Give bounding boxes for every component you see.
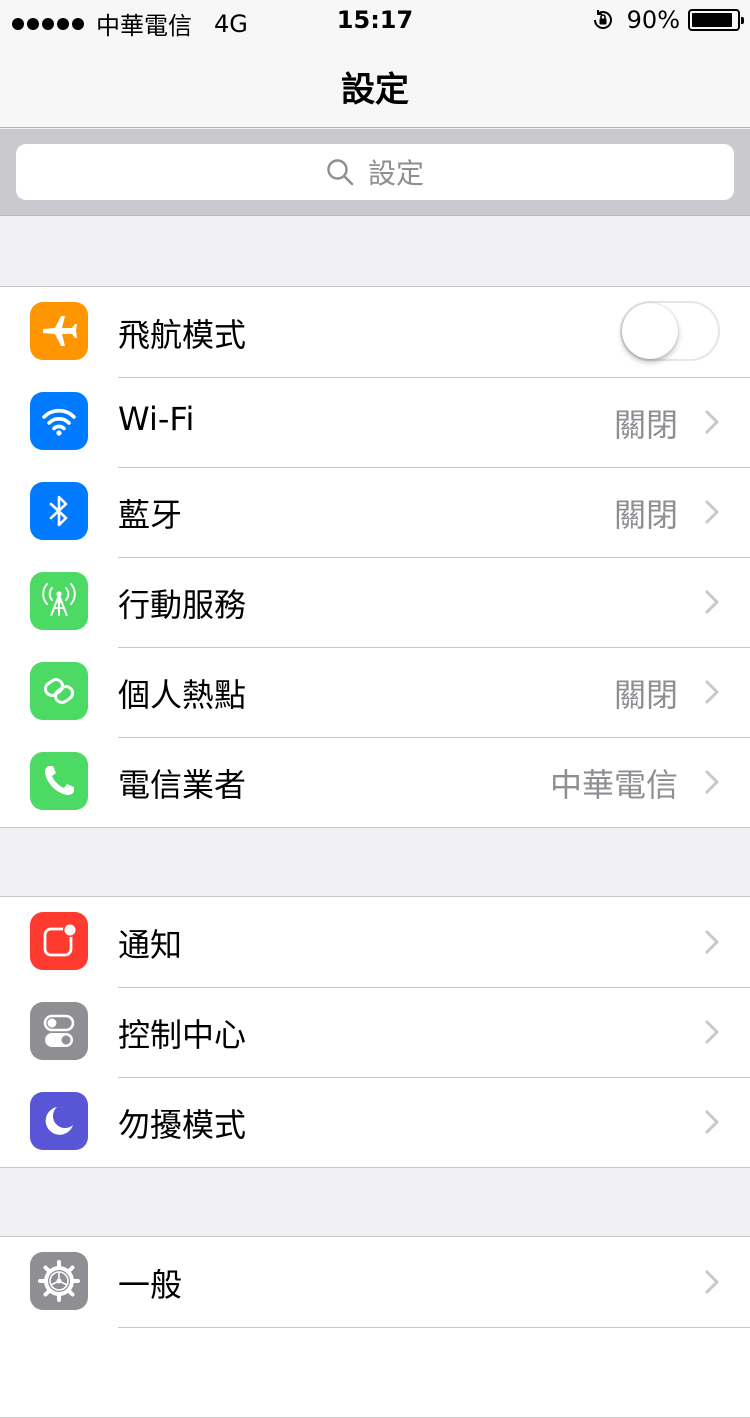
settings-row-general[interactable]: 一般 <box>0 1237 750 1327</box>
chevron-right-icon <box>705 1020 719 1044</box>
settings-row-wifi[interactable]: Wi-Fi 關閉 <box>0 377 750 467</box>
search-placeholder: 設定 <box>367 157 424 190</box>
settings-row-carrier[interactable]: 電信業者 中華電信 <box>0 737 750 827</box>
settings-row-notifications[interactable]: 通知 <box>0 897 750 987</box>
row-label: 勿擾模式 <box>118 1106 247 1144</box>
chevron-right-icon <box>705 500 719 524</box>
airplane-mode-toggle[interactable] <box>620 301 720 361</box>
page-title: 設定 <box>341 70 409 110</box>
row-label: 通知 <box>118 926 183 964</box>
settings-group-general: 一般 <box>0 1236 750 1418</box>
chevron-right-icon <box>705 410 719 434</box>
search-input[interactable]: 設定 <box>16 144 734 200</box>
settings-row-cellular[interactable]: 行動服務 <box>0 557 750 647</box>
settings-row-personal-hotspot[interactable]: 個人熱點 關閉 <box>0 647 750 737</box>
cellular-icon <box>30 572 88 630</box>
settings-group-connectivity: 飛航模式 Wi-Fi 關閉 藍牙 關閉 行動服務 個人熱點 關閉 電信業者 中華… <box>0 286 750 828</box>
status-right: 90% <box>591 6 744 34</box>
airplane-icon <box>30 302 88 360</box>
row-value: 關閉 <box>613 496 678 534</box>
settings-group-system: 通知 控制中心 勿擾模式 <box>0 896 750 1168</box>
battery-percent: 90% <box>626 6 680 34</box>
chevron-right-icon <box>705 680 719 704</box>
status-bar: 中華電信 4G 15:17 90% <box>0 0 750 40</box>
notifications-icon <box>30 912 88 970</box>
chevron-right-icon <box>705 1110 719 1134</box>
row-label: 控制中心 <box>118 1016 247 1054</box>
chevron-right-icon <box>705 1270 719 1294</box>
settings-row-bluetooth[interactable]: 藍牙 關閉 <box>0 467 750 557</box>
settings-row-control-center[interactable]: 控制中心 <box>0 987 750 1077</box>
row-label: 電信業者 <box>118 766 247 804</box>
row-label: 行動服務 <box>118 586 247 624</box>
row-value: 關閉 <box>613 676 678 714</box>
row-value: 中華電信 <box>549 766 678 804</box>
gear-icon <box>30 1252 88 1310</box>
row-label: Wi-Fi <box>118 400 195 438</box>
bluetooth-icon <box>30 482 88 540</box>
chevron-right-icon <box>705 590 719 614</box>
chevron-right-icon <box>705 770 719 794</box>
control-center-icon <box>30 1002 88 1060</box>
row-label: 一般 <box>118 1266 183 1304</box>
row-label: 飛航模式 <box>118 316 247 354</box>
row-label: 個人熱點 <box>118 676 247 714</box>
row-value: 關閉 <box>613 406 678 444</box>
search-bar-container: 設定 <box>0 129 750 216</box>
settings-row-airplane-mode: 飛航模式 <box>0 287 750 377</box>
settings-row-do-not-disturb[interactable]: 勿擾模式 <box>0 1077 750 1167</box>
wifi-icon <box>30 392 88 450</box>
toggle-knob <box>622 303 678 359</box>
phone-icon <box>30 752 88 810</box>
chevron-right-icon <box>705 930 719 954</box>
hotspot-icon <box>30 662 88 720</box>
row-label: 藍牙 <box>118 496 183 534</box>
navigation-bar: 設定 <box>0 40 750 128</box>
moon-icon <box>30 1092 88 1150</box>
rotation-lock-icon <box>593 10 612 29</box>
battery-icon <box>688 9 744 31</box>
settings-row-next <box>0 1327 750 1417</box>
search-icon <box>327 159 354 186</box>
